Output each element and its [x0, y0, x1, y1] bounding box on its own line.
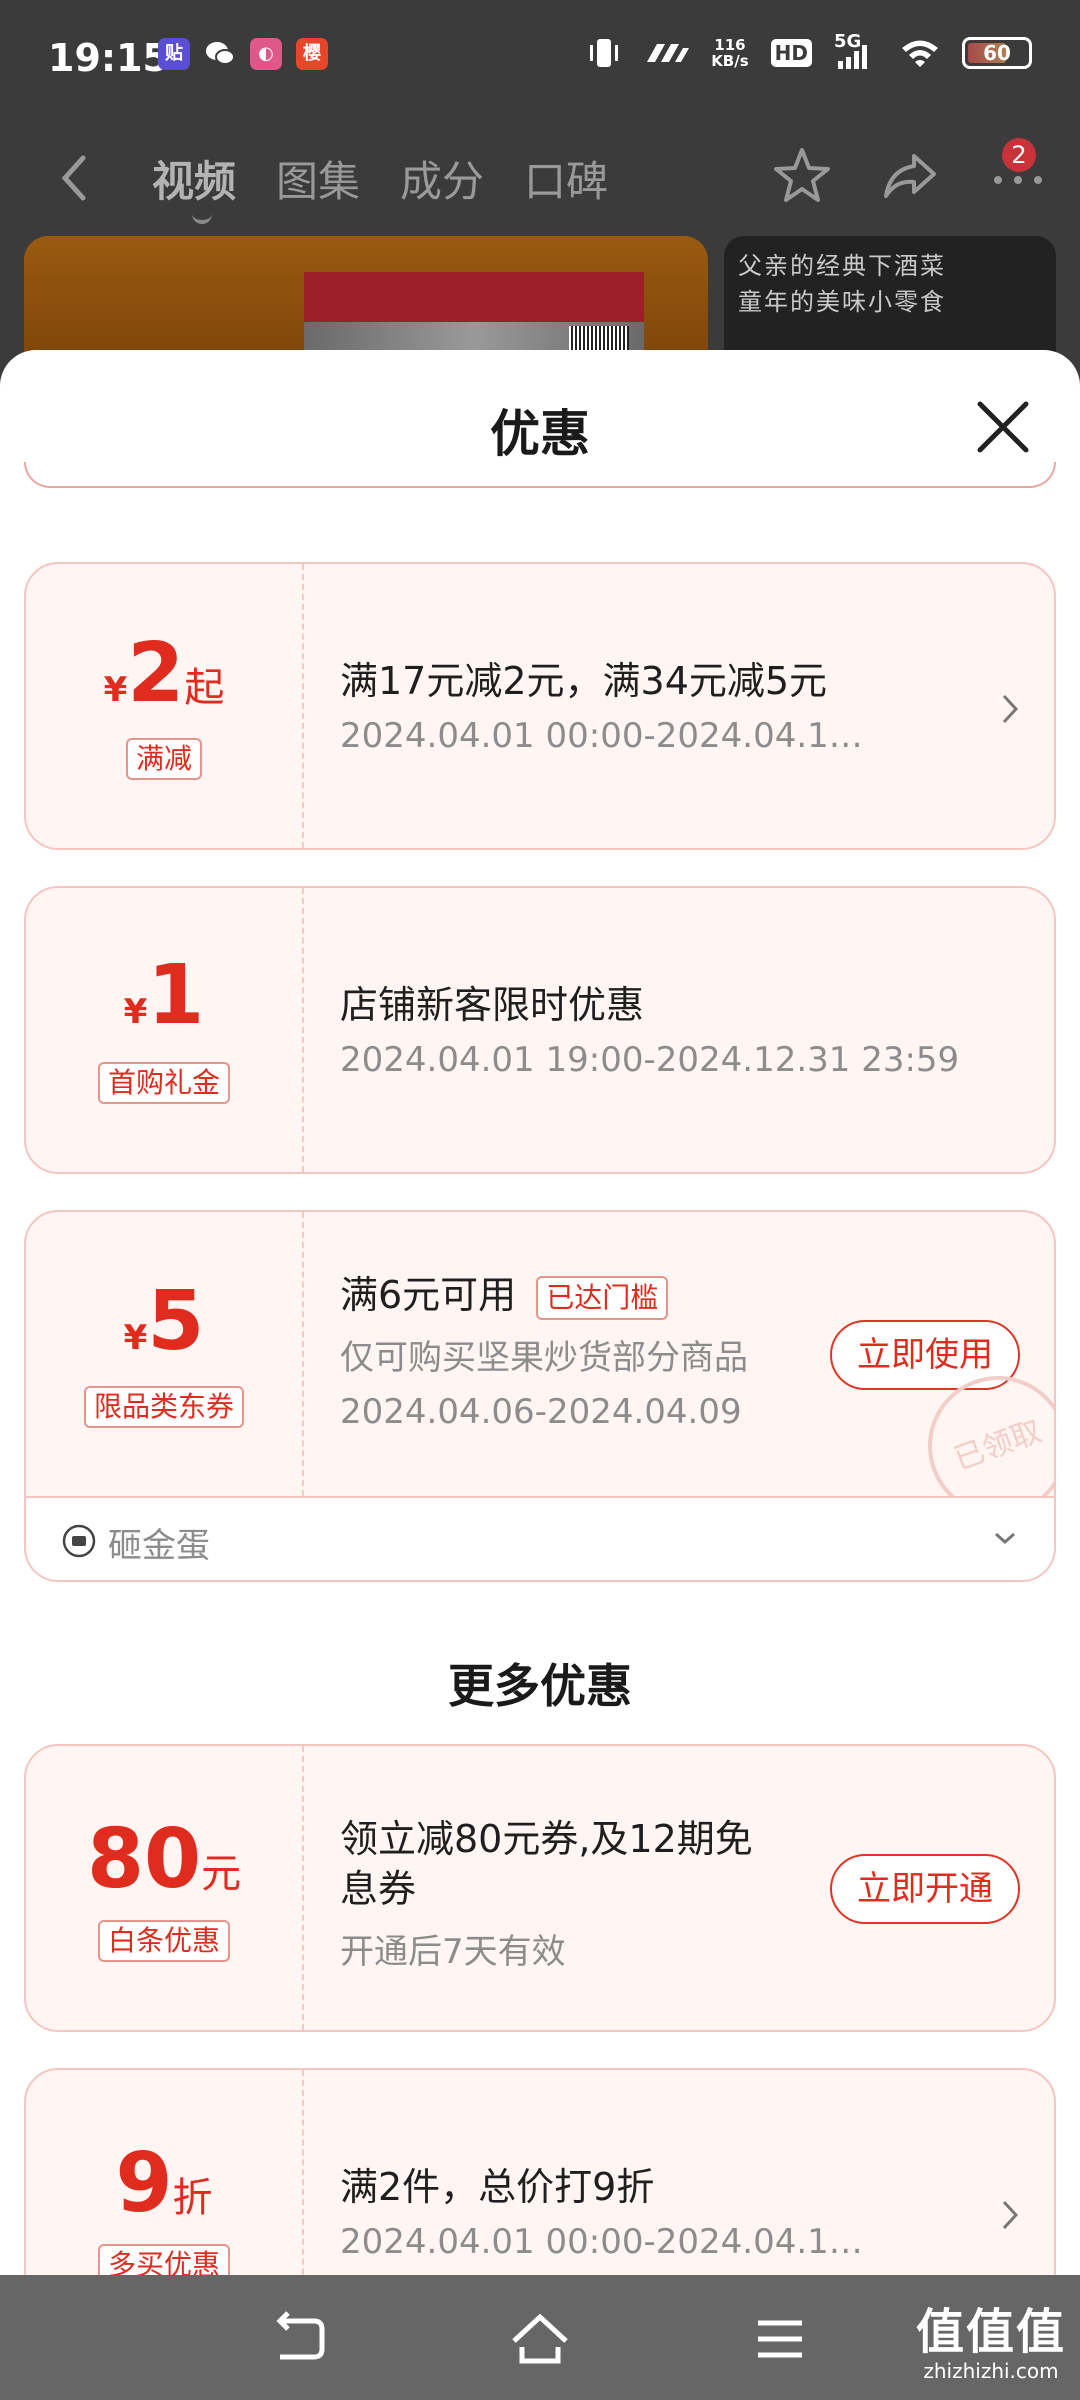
coupon-card[interactable]: ¥1 首购礼金 店铺新客限时优惠 2024.04.01 19:00-2024.1… [24, 886, 1056, 1174]
status-bar: 19:15 贴 ◐ 樱 116 KB/s HD 5G 60 [0, 0, 1080, 118]
coupon-card[interactable]: ¥2起 满减 满17元减2元，满34元减5元 2024.04.01 00:00-… [24, 562, 1056, 850]
coupon-card-claimed[interactable]: ¥5 限品类东券 满6元可用 已达门槛 仅可购买坚果炒货部分商品 2024.04.… [24, 1210, 1056, 1498]
chevron-down-icon[interactable] [992, 1528, 1018, 1548]
tab-gallery[interactable]: 图集 [276, 148, 360, 209]
chevron-right-icon [1002, 694, 1019, 724]
network-5g-icon: 5G [834, 31, 878, 69]
coupon-title: 满17元减2元，满34元减5元 [340, 659, 828, 703]
watermark-logo: 值值值 [915, 2304, 1066, 2360]
offer-date: 2024.04.01 00:00-2024.04.1… [340, 2222, 863, 2262]
offer-card[interactable]: 9折 多买优惠 满2件，总价打9折 2024.04.01 00:00-2024.… [24, 2068, 1056, 2275]
hd-icon: HD [770, 39, 812, 67]
pink-app-icon: ◐ [250, 38, 282, 70]
chevron-right-icon [1002, 2200, 1019, 2230]
threshold-reached-tag: 已达门槛 [536, 1275, 669, 1320]
coupon-description: 仅可购买坚果炒货部分商品 [340, 1338, 748, 1378]
top-navigation: 视频 图集 成分 口碑 2 [0, 128, 1080, 228]
signal-logo-icon [647, 44, 690, 62]
status-indicators: 116 KB/s HD 5G 60 [587, 31, 1032, 70]
notification-badge: 2 [1002, 138, 1036, 172]
tab-video[interactable]: 视频 [152, 148, 236, 224]
offer-type-tag: 多买优惠 [97, 2244, 231, 2275]
offer-amount: 80元 [86, 1812, 242, 1907]
more-menu[interactable]: 2 [986, 138, 1050, 208]
offer-title-line: 息券 [340, 1867, 417, 1911]
net-speed-unit: KB/s [711, 52, 749, 70]
thumbnail-text-line: 父亲的经典下酒菜 [738, 252, 946, 280]
coupon-source-label: 砸金蛋 [108, 1526, 210, 1566]
coupon-type-tag: 满减 [125, 738, 203, 780]
status-time: 19:15 [48, 36, 169, 80]
activate-now-button[interactable]: 立即开通 [830, 1854, 1020, 1924]
battery-level: 60 [983, 41, 1011, 65]
nav-actions: 2 [770, 138, 1050, 208]
coupon-title: 店铺新客限时优惠 [340, 983, 645, 1027]
offer-type-tag: 白条优惠 [97, 1920, 231, 1962]
coupon-amount: ¥1 [123, 948, 205, 1043]
back-nav-icon[interactable] [270, 2311, 330, 2367]
wifi-icon [902, 40, 938, 67]
share-icon[interactable] [878, 144, 942, 208]
nav-tabs: 视频 图集 成分 口碑 [152, 148, 608, 224]
previous-card-edge [24, 462, 1056, 488]
offer-amount: 9折 [115, 2136, 213, 2231]
wechat-icon [204, 38, 236, 70]
sheet-title: 优惠 [490, 405, 590, 463]
watermark-url: zhizhizhi.com [923, 2359, 1059, 2383]
coupon-date: 2024.04.01 19:00-2024.12.31 23:59 [340, 1040, 960, 1080]
more-offers-title: 更多优惠 [448, 1659, 632, 1713]
coupon-source-row[interactable]: 砸金蛋 [24, 1498, 1056, 1582]
coupon-title-row: 满6元可用 已达门槛 [340, 1264, 669, 1320]
coupon-title: 满6元可用 [340, 1273, 517, 1317]
net-speed: 116 KB/s [711, 37, 748, 69]
orange-app-icon: 樱 [296, 38, 328, 70]
offer-title: 满2件，总价打9折 [340, 2165, 655, 2209]
coupon-amount: ¥5 [123, 1274, 205, 1369]
coupon-type-tag: 首购礼金 [97, 1062, 231, 1104]
watermark: 值值值 zhizhizhi.com [916, 2305, 1066, 2383]
book-app-icon: 贴 [158, 38, 190, 70]
menu-nav-icon[interactable] [750, 2311, 810, 2367]
close-icon[interactable] [974, 398, 1032, 456]
back-arrow-icon[interactable] [55, 148, 95, 208]
offer-title-line: 领立减80元券,及12期免 [340, 1817, 753, 1861]
vibrate-icon [590, 39, 619, 67]
home-nav-icon[interactable] [510, 2311, 570, 2367]
offer-description: 开通后7天有效 [340, 1932, 566, 1972]
system-nav-bar: 值值值 zhizhizhi.com [0, 2275, 1080, 2400]
net-speed-value: 116 [714, 36, 746, 54]
status-app-icons: 贴 ◐ 樱 [158, 38, 328, 70]
battery-icon: 60 [962, 37, 1032, 69]
thumbnail-text-line: 童年的美味小零食 [738, 288, 946, 316]
coupon-amount: ¥2起 [103, 626, 225, 721]
tab-ingredients[interactable]: 成分 [400, 148, 484, 209]
tab-reviews[interactable]: 口碑 [524, 148, 608, 209]
coupon-date: 2024.04.06-2024.04.09 [340, 1392, 742, 1432]
coupon-sheet: 优惠 ¥2起 满减 满17元减2元，满34元减5元 2024.04.01 00:… [0, 350, 1080, 2275]
golden-egg-icon [62, 1524, 96, 1558]
offer-card[interactable]: 80元 白条优惠 领立减80元券,及12期免 息券 开通后7天有效 立即开通 [24, 1744, 1056, 2032]
favorite-star-icon[interactable] [770, 144, 834, 208]
coupon-date: 2024.04.01 00:00-2024.04.1… [340, 716, 863, 756]
coupon-type-tag: 限品类东券 [83, 1386, 245, 1428]
